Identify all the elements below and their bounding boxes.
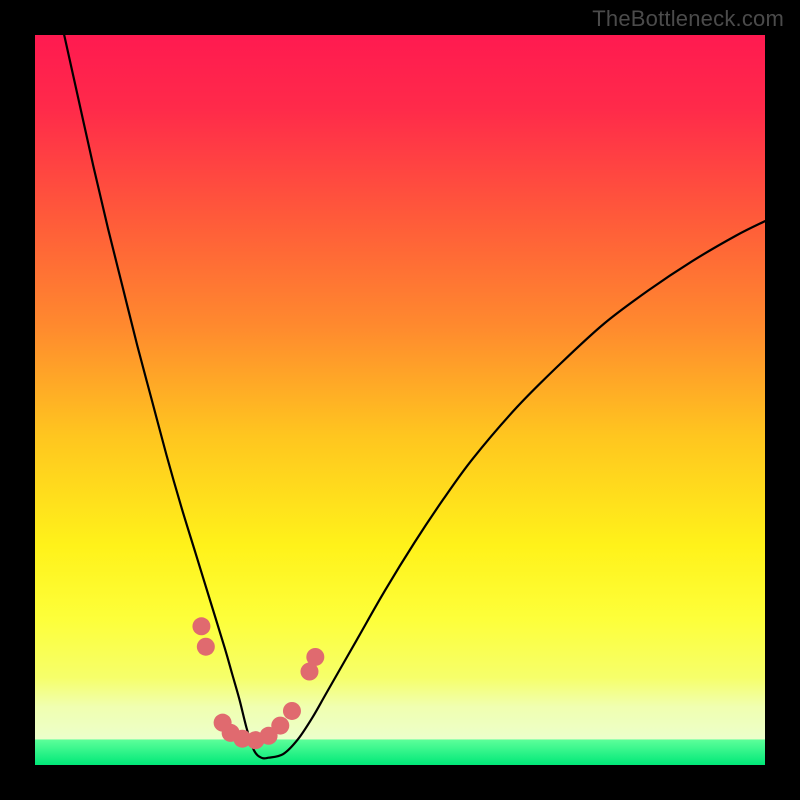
marker-dot	[306, 648, 324, 666]
bottleneck-chart	[0, 0, 800, 800]
marker-dot	[283, 702, 301, 720]
plot-background	[35, 35, 765, 765]
chart-frame: TheBottleneck.com	[0, 0, 800, 800]
marker-dot	[271, 717, 289, 735]
marker-dot	[197, 638, 215, 656]
marker-dot	[192, 617, 210, 635]
green-band	[35, 739, 765, 765]
